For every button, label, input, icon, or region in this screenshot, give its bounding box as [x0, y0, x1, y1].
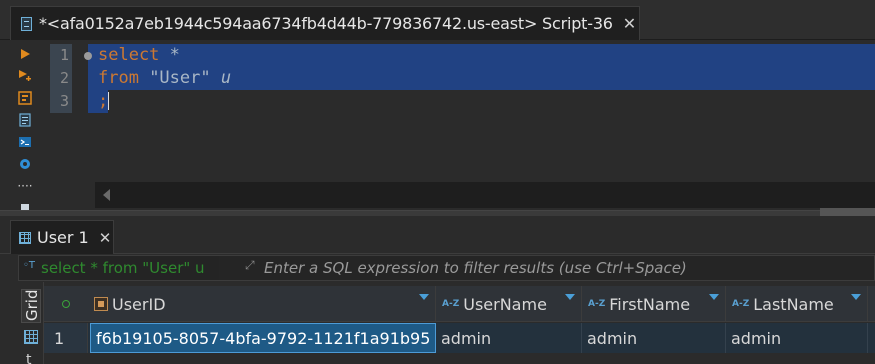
filter-query-field[interactable]: ◦T select * from "User" u: [19, 256, 219, 280]
results-grid: UserID A-Z UserName A-Z FirstName A-Z La…: [44, 282, 875, 364]
grid-icon: [19, 231, 31, 244]
console-icon[interactable]: [17, 134, 33, 150]
text-type-icon: A-Z: [588, 299, 606, 309]
row-selector-icon: [62, 300, 70, 308]
editor-horizontal-scrollbar[interactable]: [95, 182, 875, 208]
side-tab-text[interactable]: t: [26, 352, 32, 364]
sort-icon[interactable]: [851, 294, 861, 300]
results-tab-label: User 1: [37, 228, 89, 247]
filter-icon: ◦T: [23, 260, 36, 271]
explain-icon[interactable]: [17, 90, 33, 106]
table-row[interactable]: 1 f6b19105-8057-4bfa-9792-1121f1a91b95 a…: [44, 323, 875, 353]
keyword-from: from: [98, 68, 139, 88]
code-star: *: [159, 45, 180, 65]
code-line-2: from "User" u: [98, 67, 231, 90]
results-filter-bar: ◦T select * from "User" u ⤢ Enter a SQL …: [18, 255, 875, 281]
line-number: 1: [50, 44, 72, 67]
keyword-select: select: [98, 45, 160, 65]
format-icon[interactable]: [17, 112, 33, 128]
close-icon[interactable]: ✕: [99, 229, 112, 247]
column-header-userid[interactable]: UserID: [88, 286, 436, 322]
results-tab-bar: User 1 ✕: [0, 216, 875, 254]
column-header-label: UserName: [463, 294, 547, 314]
sort-icon[interactable]: [565, 294, 575, 300]
execute-script-icon[interactable]: [17, 68, 33, 84]
results-tab-user-1[interactable]: User 1 ✕: [10, 220, 114, 254]
code-table-name: "User": [138, 68, 221, 88]
grid-header: UserID A-Z UserName A-Z FirstName A-Z La…: [44, 286, 875, 322]
sort-icon[interactable]: [709, 294, 719, 300]
text-type-icon: A-Z: [732, 299, 750, 309]
column-header-firstname[interactable]: A-Z FirstName: [582, 286, 726, 322]
column-header-label: LastName: [753, 294, 834, 314]
side-tab-grid-label: Grid: [23, 289, 41, 321]
table-cell-firstname[interactable]: admin: [582, 323, 726, 353]
editor-tab-title: *<afa0152a7eb1944c594aa6734fb4d44b-77983…: [39, 14, 613, 33]
select-all-rows[interactable]: [44, 286, 88, 322]
expand-icon[interactable]: ⤢: [245, 258, 263, 276]
column-header-label: UserID: [112, 294, 166, 314]
code-semicolon: ;: [98, 91, 109, 111]
table-cell-username[interactable]: admin: [436, 323, 582, 353]
editor-toolbar: ····: [0, 40, 42, 212]
column-header-lastname[interactable]: A-Z LastName: [726, 286, 868, 322]
grid-view-icon[interactable]: [24, 330, 38, 344]
column-header-username[interactable]: A-Z UserName: [436, 286, 582, 322]
close-icon[interactable]: ✕: [623, 14, 636, 33]
code-alias: u: [220, 68, 232, 88]
key-icon: [94, 297, 108, 311]
editor-tab-script[interactable]: *<afa0152a7eb1944c594aa6734fb4d44b-77983…: [10, 6, 640, 40]
table-cell-lastname[interactable]: admin: [726, 323, 868, 353]
line-number: 3: [50, 90, 72, 113]
line-number: 2: [50, 67, 72, 90]
table-cell-userid[interactable]: f6b19105-8057-4bfa-9792-1121f1a91b95: [90, 323, 436, 353]
settings-icon[interactable]: [17, 156, 33, 172]
filter-query-text: select * from "User" u: [41, 259, 205, 277]
text-type-icon: A-Z: [442, 299, 460, 309]
panel-toggle-buttons[interactable]: [820, 208, 875, 216]
sort-icon[interactable]: [419, 294, 429, 300]
more-icon[interactable]: ····: [17, 178, 33, 194]
fold-marker-icon[interactable]: [84, 52, 92, 60]
column-header-label: FirstName: [609, 294, 691, 314]
scroll-left-icon[interactable]: [103, 189, 110, 201]
side-tab-grid[interactable]: Grid: [21, 289, 41, 323]
filter-expression-input[interactable]: Enter a SQL expression to filter results…: [264, 259, 687, 277]
code-line-1: select *: [98, 44, 180, 67]
row-number[interactable]: 1: [44, 323, 88, 353]
text-cursor: [108, 92, 110, 110]
execute-icon[interactable]: [17, 46, 33, 62]
code-line-3: ;: [98, 90, 110, 113]
script-icon: [19, 16, 35, 32]
editor-tab-bar: *<afa0152a7eb1944c594aa6734fb4d44b-77983…: [0, 0, 875, 40]
code-line-1-selection: [88, 44, 875, 67]
